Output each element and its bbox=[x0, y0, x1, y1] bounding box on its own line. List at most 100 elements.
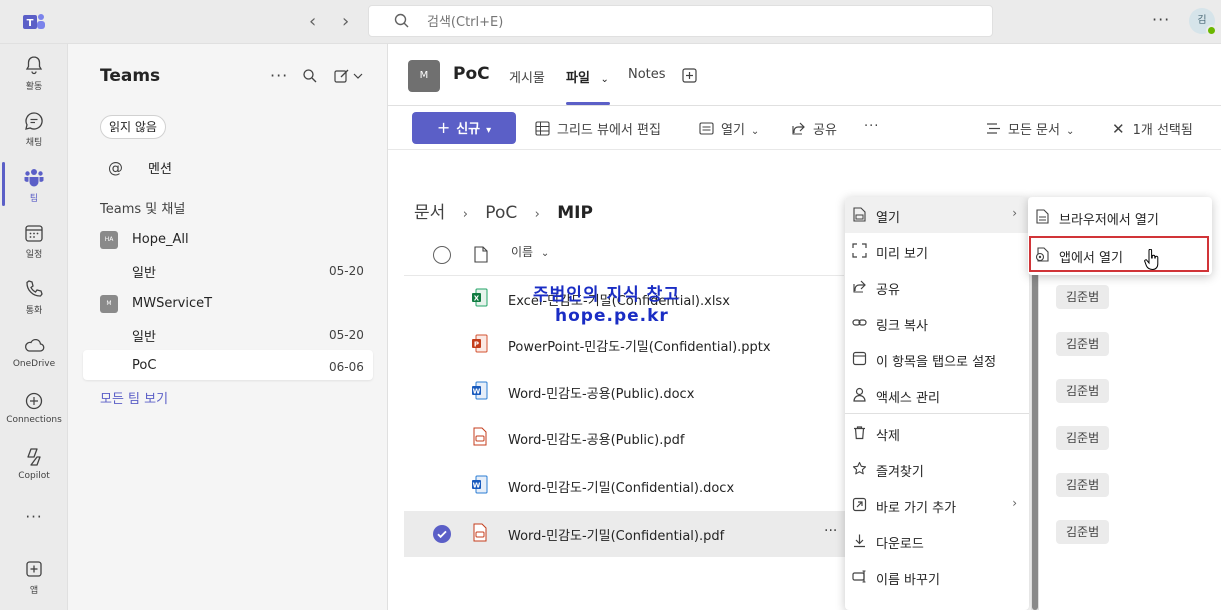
file-row-selected[interactable]: Word-민감도-기밀(Confidential).pdf ··· bbox=[404, 511, 864, 557]
see-all-teams-link[interactable]: 모든 팀 보기 bbox=[100, 388, 168, 407]
rail-item-copilot[interactable]: Copilot bbox=[0, 446, 68, 481]
rail-item-apps[interactable]: 앱 bbox=[0, 558, 68, 596]
tab-files[interactable]: 파일 ⌄ bbox=[566, 67, 609, 86]
menu-item-download[interactable]: 다운로드 bbox=[845, 523, 1029, 559]
rail-more-apps[interactable]: ··· bbox=[0, 508, 68, 526]
rail-label: 통화 bbox=[25, 306, 43, 316]
name-column-header[interactable]: 이름 ⌄ bbox=[511, 243, 549, 260]
tab-icon bbox=[852, 351, 867, 366]
owner-chip[interactable]: 김준범 bbox=[1056, 426, 1110, 450]
menu-item-delete[interactable]: 삭제 bbox=[845, 415, 1029, 451]
rail-item-onedrive[interactable]: OneDrive bbox=[0, 334, 68, 369]
back-arrow-icon[interactable]: ‹ bbox=[309, 11, 316, 32]
menu-label: 즐겨찾기 bbox=[876, 465, 924, 480]
rail-item-chat[interactable]: 채팅 bbox=[0, 110, 68, 148]
share-icon bbox=[853, 280, 866, 293]
rail-item-calendar[interactable]: 일정 bbox=[0, 222, 68, 260]
owner-chip[interactable]: 김준범 bbox=[1056, 520, 1110, 544]
tab-notes[interactable]: Notes bbox=[628, 67, 666, 82]
menu-label: 열기 bbox=[876, 211, 900, 226]
owner-chip[interactable]: 김준범 bbox=[1056, 379, 1110, 403]
chevron-down-icon: ⌄ bbox=[750, 126, 760, 137]
menu-label: 다운로드 bbox=[876, 537, 924, 552]
file-row[interactable]: Word-민감도-공용(Public).pdf bbox=[404, 415, 844, 461]
chevron-right-icon: › bbox=[1012, 496, 1017, 510]
file-name[interactable]: Word-민감도-기밀(Confidential).pdf bbox=[508, 525, 724, 544]
grid-edit-button[interactable]: 그리드 뷰에서 편집 bbox=[535, 119, 661, 138]
rail-item-activity[interactable]: 활동 bbox=[0, 54, 68, 92]
owner-chip[interactable]: 김준범 bbox=[1056, 332, 1110, 356]
mentions-item[interactable]: @ 멘션 bbox=[108, 158, 172, 177]
forward-arrow-icon[interactable]: › bbox=[342, 11, 349, 32]
more-options-icon[interactable]: ··· bbox=[1152, 10, 1170, 29]
menu-item-add-shortcut[interactable]: 바로 가기 추가 › bbox=[845, 487, 1029, 523]
rail-label: Copilot bbox=[18, 471, 50, 481]
close-icon[interactable]: ✕ bbox=[1112, 120, 1125, 138]
rail-item-teams[interactable]: 팀 bbox=[0, 166, 68, 204]
title-bar: T ‹ › ··· 김 bbox=[0, 0, 1221, 44]
share-button[interactable]: 공유 bbox=[791, 119, 837, 138]
menu-item-share[interactable]: 공유 bbox=[845, 269, 1029, 305]
breadcrumb-item[interactable]: 문서 bbox=[414, 203, 445, 223]
row-more-icon[interactable]: ··· bbox=[824, 523, 837, 539]
search-box[interactable] bbox=[368, 5, 993, 37]
menu-item-open-in-browser[interactable]: 브라우저에서 열기 bbox=[1028, 199, 1212, 235]
channel-item-poc[interactable]: PoC bbox=[132, 358, 156, 373]
menu-item-copy-link[interactable]: 링크 복사 bbox=[845, 305, 1029, 341]
team-name-hope-all[interactable]: Hope_All bbox=[132, 232, 189, 247]
pane-title: Teams bbox=[100, 66, 161, 86]
owner-chip[interactable]: 김준범 bbox=[1056, 473, 1110, 497]
menu-label: 미리 보기 bbox=[876, 247, 928, 262]
channel-date: 06-06 bbox=[329, 360, 364, 374]
more-options-icon[interactable]: ··· bbox=[270, 66, 288, 85]
watermark-url: hope.pe.kr bbox=[555, 306, 669, 326]
chevron-right-icon: › bbox=[1012, 206, 1017, 220]
grid-edit-label: 그리드 뷰에서 편집 bbox=[557, 123, 661, 138]
plus-icon: + bbox=[436, 118, 451, 137]
access-icon bbox=[853, 387, 866, 402]
channel-item-general[interactable]: 일반 bbox=[132, 262, 156, 281]
file-name[interactable]: PowerPoint-민감도-기밀(Confidential).pptx bbox=[508, 336, 771, 355]
rail-item-calls[interactable]: 통화 bbox=[0, 278, 68, 316]
select-all-radio[interactable] bbox=[433, 246, 451, 264]
chevron-down-icon: ⌄ bbox=[600, 74, 609, 85]
open-icon bbox=[853, 207, 866, 222]
file-row[interactable]: W Word-민감도-공용(Public).docx bbox=[404, 369, 844, 415]
channel-item-general[interactable]: 일반 bbox=[132, 326, 156, 345]
menu-item-favorite[interactable]: 즐겨찾기 bbox=[845, 451, 1029, 487]
unread-filter-chip[interactable]: 읽지 않음 bbox=[100, 115, 166, 139]
copilot-icon bbox=[27, 448, 41, 466]
user-avatar[interactable]: 김 bbox=[1189, 8, 1217, 36]
open-button[interactable]: 열기 ⌄ bbox=[699, 119, 759, 138]
view-selector[interactable]: 모든 문서 ⌄ bbox=[986, 119, 1074, 138]
menu-item-set-as-tab[interactable]: 이 항목을 탭으로 설정 bbox=[845, 341, 1029, 377]
phone-icon bbox=[26, 280, 43, 297]
menu-item-manage-access[interactable]: 액세스 관리 bbox=[845, 377, 1029, 413]
search-input[interactable] bbox=[427, 12, 967, 32]
file-name[interactable]: Word-민감도-공용(Public).docx bbox=[508, 383, 694, 402]
new-button[interactable]: + 신규 ▾ bbox=[412, 112, 516, 144]
selection-indicator[interactable]: ✕ 1개 선택됨 bbox=[1112, 119, 1193, 138]
share-icon bbox=[792, 122, 805, 135]
file-type-icon bbox=[474, 246, 488, 263]
file-row[interactable]: W Word-민감도-기밀(Confidential).docx bbox=[404, 463, 844, 509]
file-row[interactable]: P PowerPoint-민감도-기밀(Confidential).pptx bbox=[404, 322, 844, 368]
rail-item-connections[interactable]: Connections bbox=[0, 390, 68, 425]
more-actions-icon[interactable]: ··· bbox=[864, 119, 879, 134]
owner-chip[interactable]: 김준범 bbox=[1056, 285, 1110, 309]
connections-icon bbox=[25, 392, 43, 410]
menu-item-rename[interactable]: 이름 바꾸기 bbox=[845, 559, 1029, 595]
compose-icon[interactable] bbox=[334, 68, 364, 84]
team-name-mwservicet[interactable]: MWServiceT bbox=[132, 296, 212, 311]
add-tab-icon[interactable] bbox=[682, 68, 697, 83]
menu-item-open[interactable]: 열기 › bbox=[845, 197, 1029, 233]
tab-posts[interactable]: 게시물 bbox=[509, 67, 545, 86]
link-icon bbox=[852, 319, 867, 326]
chat-icon bbox=[25, 112, 43, 130]
selected-check-icon[interactable] bbox=[433, 525, 451, 543]
menu-item-preview[interactable]: 미리 보기 bbox=[845, 233, 1029, 269]
search-icon[interactable] bbox=[302, 68, 318, 84]
file-name[interactable]: Word-민감도-기밀(Confidential).docx bbox=[508, 477, 734, 496]
file-name[interactable]: Word-민감도-공용(Public).pdf bbox=[508, 429, 684, 448]
breadcrumb-item[interactable]: PoC bbox=[485, 203, 517, 223]
